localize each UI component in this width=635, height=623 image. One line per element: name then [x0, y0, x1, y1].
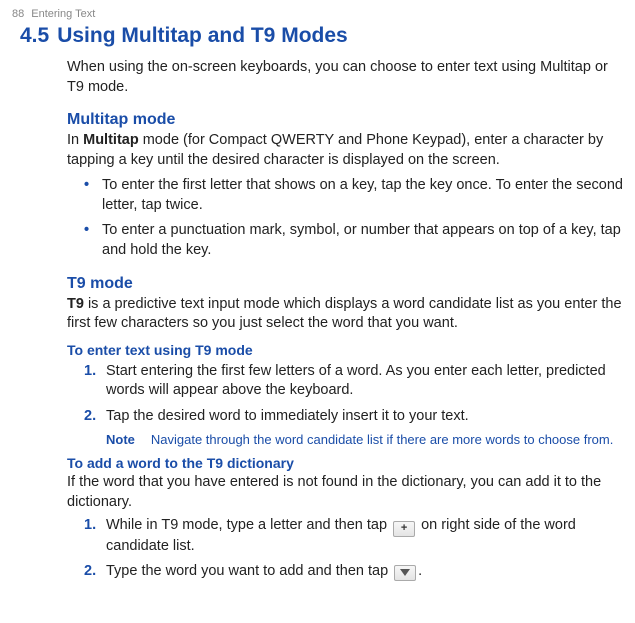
t9-lead-suffix: is a predictive text input mode which di… [67, 296, 622, 332]
section-intro: When using the on-screen keyboards, you … [67, 58, 623, 97]
step-text-a: Type the word you want to add and then t… [106, 563, 392, 579]
note-label: Note [106, 432, 135, 447]
t9-proc2-steps: While in T9 mode, type a letter and then… [84, 516, 623, 582]
t9-note: Note Navigate through the word candidate… [106, 432, 623, 447]
multitap-lead-suffix: mode (for Compact QWERTY and Phone Keypa… [67, 132, 603, 168]
t9-proc2-intro: If the word that you have entered is not… [67, 473, 623, 512]
t9-heading: T9 mode [67, 275, 623, 293]
plus-key-icon: + [393, 521, 415, 537]
t9-lead-bold: T9 [67, 296, 84, 312]
multitap-bullet-list: To enter the first letter that shows on … [84, 176, 623, 260]
step-text-b: . [418, 563, 422, 579]
t9-lead: T9 is a predictive text input mode which… [67, 295, 623, 334]
list-item: To enter a punctuation mark, symbol, or … [84, 221, 623, 260]
page-number: 88 [12, 8, 24, 20]
chapter-title: Entering Text [31, 8, 95, 20]
page-header: 88 Entering Text [12, 8, 623, 20]
t9-proc1-heading: To enter text using T9 mode [67, 342, 623, 358]
list-item: Start entering the first few letters of … [84, 362, 623, 401]
list-item: To enter the first letter that shows on … [84, 176, 623, 215]
list-item: While in T9 mode, type a letter and then… [84, 516, 623, 556]
confirm-key-icon [394, 565, 416, 581]
section-heading: 4.5 Using Multitap and T9 Modes [12, 24, 623, 48]
t9-proc2-heading: To add a word to the T9 dictionary [67, 455, 623, 471]
note-text: Navigate through the word candidate list… [151, 432, 613, 447]
multitap-lead: In Multitap mode (for Compact QWERTY and… [67, 131, 623, 170]
section-number: 4.5 [20, 24, 49, 48]
list-item: Tap the desired word to immediately inse… [84, 407, 623, 427]
multitap-heading: Multitap mode [67, 111, 623, 129]
t9-proc1-steps: Start entering the first few letters of … [84, 362, 623, 427]
multitap-lead-bold: Multitap [83, 132, 139, 148]
multitap-lead-prefix: In [67, 132, 83, 148]
step-text-a: While in T9 mode, type a letter and then… [106, 517, 391, 533]
section-title: Using Multitap and T9 Modes [57, 24, 348, 48]
list-item: Type the word you want to add and then t… [84, 562, 623, 582]
